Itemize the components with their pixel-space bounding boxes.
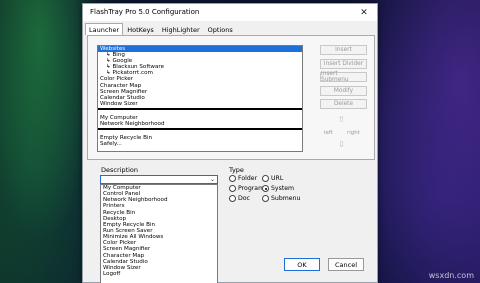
radio-circle xyxy=(262,175,269,182)
window-title: FlashTray Pro 5.0 Configuration xyxy=(90,8,200,16)
tab-launcher[interactable]: Launcher xyxy=(85,23,124,35)
insert-divider-button[interactable]: Insert Divider xyxy=(320,59,367,69)
move-down-icon[interactable]: ⇩ xyxy=(338,140,345,149)
list-divider xyxy=(98,128,302,131)
list-item[interactable]: Window Sizer xyxy=(98,101,302,107)
delete-button[interactable]: Delete xyxy=(320,99,367,109)
description-combobox[interactable]: ⌄ xyxy=(100,175,218,184)
move-left-label[interactable]: left xyxy=(324,130,333,136)
insert-button[interactable]: Insert xyxy=(320,45,367,55)
chevron-down-icon[interactable]: ⌄ xyxy=(210,176,215,183)
type-program-radio[interactable]: Program xyxy=(229,185,264,192)
description-label: Description xyxy=(101,166,139,174)
list-divider xyxy=(98,107,302,110)
type-folder-radio[interactable]: Folder xyxy=(229,175,257,182)
tab-strip: Launcher HotKeys HighLighter Options xyxy=(85,23,237,35)
launcher-list[interactable]: Websites ↳ Bing ↳ Google ↳ Blacksun Soft… xyxy=(97,45,303,152)
list-item[interactable]: Network Neighborhood xyxy=(98,121,302,127)
radio-label: Submenu xyxy=(271,195,301,202)
description-dropdown[interactable]: My Computer Control Panel Network Neighb… xyxy=(100,184,218,283)
tab-highlighter[interactable]: HighLighter xyxy=(158,23,204,35)
watermark: wsxdn.com xyxy=(428,271,474,280)
radio-circle xyxy=(229,175,236,182)
radio-circle xyxy=(229,185,236,192)
radio-circle xyxy=(262,195,269,202)
close-icon[interactable]: ✕ xyxy=(351,4,377,21)
radio-circle-checked xyxy=(262,185,269,192)
radio-label: Folder xyxy=(238,175,258,182)
radio-label: URL xyxy=(271,175,284,182)
insert-submenu-button[interactable]: Insert Submenu xyxy=(320,71,367,83)
move-up-icon[interactable]: ⇧ xyxy=(338,115,345,124)
list-item[interactable]: Safely... xyxy=(98,141,302,147)
configuration-dialog: FlashTray Pro 5.0 Configuration ✕ Launch… xyxy=(82,3,378,283)
title-bar[interactable]: FlashTray Pro 5.0 Configuration ✕ xyxy=(83,4,377,21)
dropdown-option[interactable]: Logoff xyxy=(101,271,217,277)
radio-label: System xyxy=(271,185,295,192)
radio-circle xyxy=(229,195,236,202)
type-doc-radio[interactable]: Doc xyxy=(229,195,250,202)
cancel-button[interactable]: Cancel xyxy=(328,258,364,271)
type-system-radio[interactable]: System xyxy=(262,185,294,192)
radio-label: Doc xyxy=(238,195,250,202)
tab-hotkeys[interactable]: HotKeys xyxy=(123,23,158,35)
type-submenu-radio[interactable]: Submenu xyxy=(262,195,300,202)
modify-button[interactable]: Modify xyxy=(320,86,367,96)
type-url-radio[interactable]: URL xyxy=(262,175,283,182)
radio-label: Program xyxy=(238,185,265,192)
move-right-label[interactable]: right xyxy=(347,130,360,136)
tab-options[interactable]: Options xyxy=(204,23,237,35)
ok-button[interactable]: OK xyxy=(284,258,320,271)
type-label: Type xyxy=(229,166,244,174)
